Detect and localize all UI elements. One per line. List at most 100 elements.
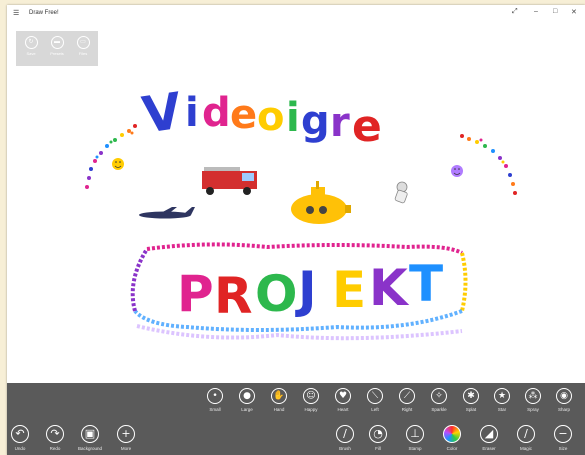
star-button[interactable]: ★ Star [487, 388, 517, 412]
save-button[interactable]: ↻ Save [20, 36, 42, 56]
splat-icon: ✱ [463, 388, 479, 404]
more-button[interactable]: + More [111, 425, 141, 451]
right-slash-icon: ⟋ [399, 388, 415, 404]
stamp-button[interactable]: ⊥ Stamp [400, 425, 430, 451]
heart-icon: ♥ [335, 388, 351, 404]
sparkle-arc-left [85, 124, 137, 189]
color-icon [443, 425, 461, 443]
large-button[interactable]: ● Large [232, 388, 262, 412]
fullscreen-icon[interactable]: ⤢ [512, 8, 518, 16]
svg-text:r: r [330, 100, 350, 146]
eraser-button[interactable]: ◢ Eraser [474, 425, 504, 451]
spray-button[interactable]: ⁂ Spray [518, 388, 548, 412]
close-icon[interactable]: ✕ [571, 8, 577, 16]
right-button[interactable]: ⟋ Right [392, 388, 422, 412]
size-button[interactable]: − Size [548, 425, 578, 451]
svg-text:T: T [409, 255, 443, 313]
drawing-canvas[interactable]: V i d e o i g r e P R O J E K T [7, 21, 585, 387]
background-button[interactable]: ▣ Background [75, 425, 105, 451]
sparkle-arc-right [460, 134, 517, 195]
hand-icon: ✋ [271, 388, 287, 404]
mini-toolbar: ↻ Save ▬ Presets ▭ Files [16, 31, 98, 66]
sparkle-icon: ✧ [431, 388, 447, 404]
save-label: Save [26, 51, 36, 56]
small-button[interactable]: • Small [200, 388, 230, 412]
maximize-icon[interactable]: □ [553, 8, 557, 15]
splat-button[interactable]: ✱ Splat [456, 388, 486, 412]
svg-text:e: e [230, 92, 257, 138]
redo-button[interactable]: ↷ Redo [40, 425, 70, 451]
title-bar: ☰ Draw Free! ⤢ – □ ✕ [7, 5, 585, 21]
hand-button[interactable]: ✋ Hand [264, 388, 294, 412]
astronaut-stamp [394, 181, 408, 204]
fire-truck-stamp [202, 167, 257, 195]
hamburger-icon[interactable]: ☰ [13, 9, 19, 17]
color-button[interactable]: Color [437, 425, 467, 451]
svg-text:i: i [185, 90, 199, 136]
heading-art: V i d e o i g r e [139, 82, 382, 152]
background-icon: ▣ [81, 425, 99, 443]
brush-button[interactable]: ∕ Brush [330, 425, 360, 451]
size-label: Size [558, 446, 568, 451]
svg-text:o: o [257, 94, 284, 140]
svg-text:e: e [352, 101, 382, 152]
stamp-icon: ⊥ [406, 425, 424, 443]
redo-label: Redo [49, 446, 61, 451]
fill-icon: ◔ [369, 425, 387, 443]
window-title: Draw Free! [29, 10, 59, 16]
sharp-label: Sharp [557, 407, 570, 412]
svg-text:i: i [286, 95, 300, 141]
files-label: Files [78, 51, 88, 56]
airplane-stamp [139, 207, 195, 219]
sharp-icon: ◉ [556, 388, 572, 404]
magic-icon: ∕ [517, 425, 535, 443]
redo-icon: ↷ [46, 425, 64, 443]
eraser-label: Eraser [482, 446, 496, 451]
brush-icon: ∕ [336, 425, 354, 443]
star-label: Star [497, 407, 507, 412]
small-brush-icon: • [207, 388, 223, 404]
large-brush-icon: ● [239, 388, 255, 404]
svg-text:g: g [301, 98, 330, 144]
svg-text:K: K [369, 259, 410, 317]
splat-label: Splat [465, 407, 477, 412]
right-label: Right [401, 407, 413, 412]
submarine-stamp [291, 181, 351, 224]
fill-button[interactable]: ◔ Fill [363, 425, 393, 451]
left-button[interactable]: ⟍ Left [360, 388, 390, 412]
svg-text:V: V [139, 82, 186, 145]
eraser-icon: ◢ [480, 425, 498, 443]
happy-button[interactable]: ☺ Happy [296, 388, 326, 412]
undo-icon: ↶ [11, 425, 29, 443]
sparkle-button[interactable]: ✧ Sparkle [424, 388, 454, 412]
plus-icon: + [117, 425, 135, 443]
svg-text:R: R [214, 267, 253, 325]
happy-label: Happy [304, 407, 318, 412]
more-label: More [120, 446, 132, 451]
small-label: Small [209, 407, 221, 412]
color-label: Color [446, 446, 458, 451]
files-button[interactable]: ▭ Files [72, 36, 94, 56]
minimize-icon[interactable]: – [534, 8, 538, 15]
smiley-stamp [112, 158, 463, 177]
presets-icon: ▬ [50, 36, 64, 49]
happy-icon: ☺ [303, 388, 319, 404]
presets-button[interactable]: ▬ Presets [46, 36, 68, 56]
sharp-button[interactable]: ◉ Sharp [549, 388, 579, 412]
size-icon: − [554, 425, 572, 443]
save-icon: ↻ [24, 36, 38, 49]
bottom-toolbar: • Small ● Large ✋ Hand ☺ Happy ♥ Heart ⟍ Left ⟋ Right… [7, 383, 585, 455]
large-label: Large [241, 407, 253, 412]
brush-label: Brush [339, 446, 351, 451]
magic-button[interactable]: ∕ Magic [511, 425, 541, 451]
presets-label: Presets [50, 51, 64, 56]
fill-label: Fill [375, 446, 381, 451]
stamp-label: Stamp [408, 446, 422, 451]
hand-label: Hand [273, 407, 285, 412]
heart-button[interactable]: ♥ Heart [328, 388, 358, 412]
svg-text:E: E [332, 261, 366, 319]
star-icon: ★ [494, 388, 510, 404]
spray-label: Spray [527, 407, 539, 412]
svg-text:d: d [202, 90, 231, 136]
undo-button[interactable]: ↶ Undo [5, 425, 35, 451]
